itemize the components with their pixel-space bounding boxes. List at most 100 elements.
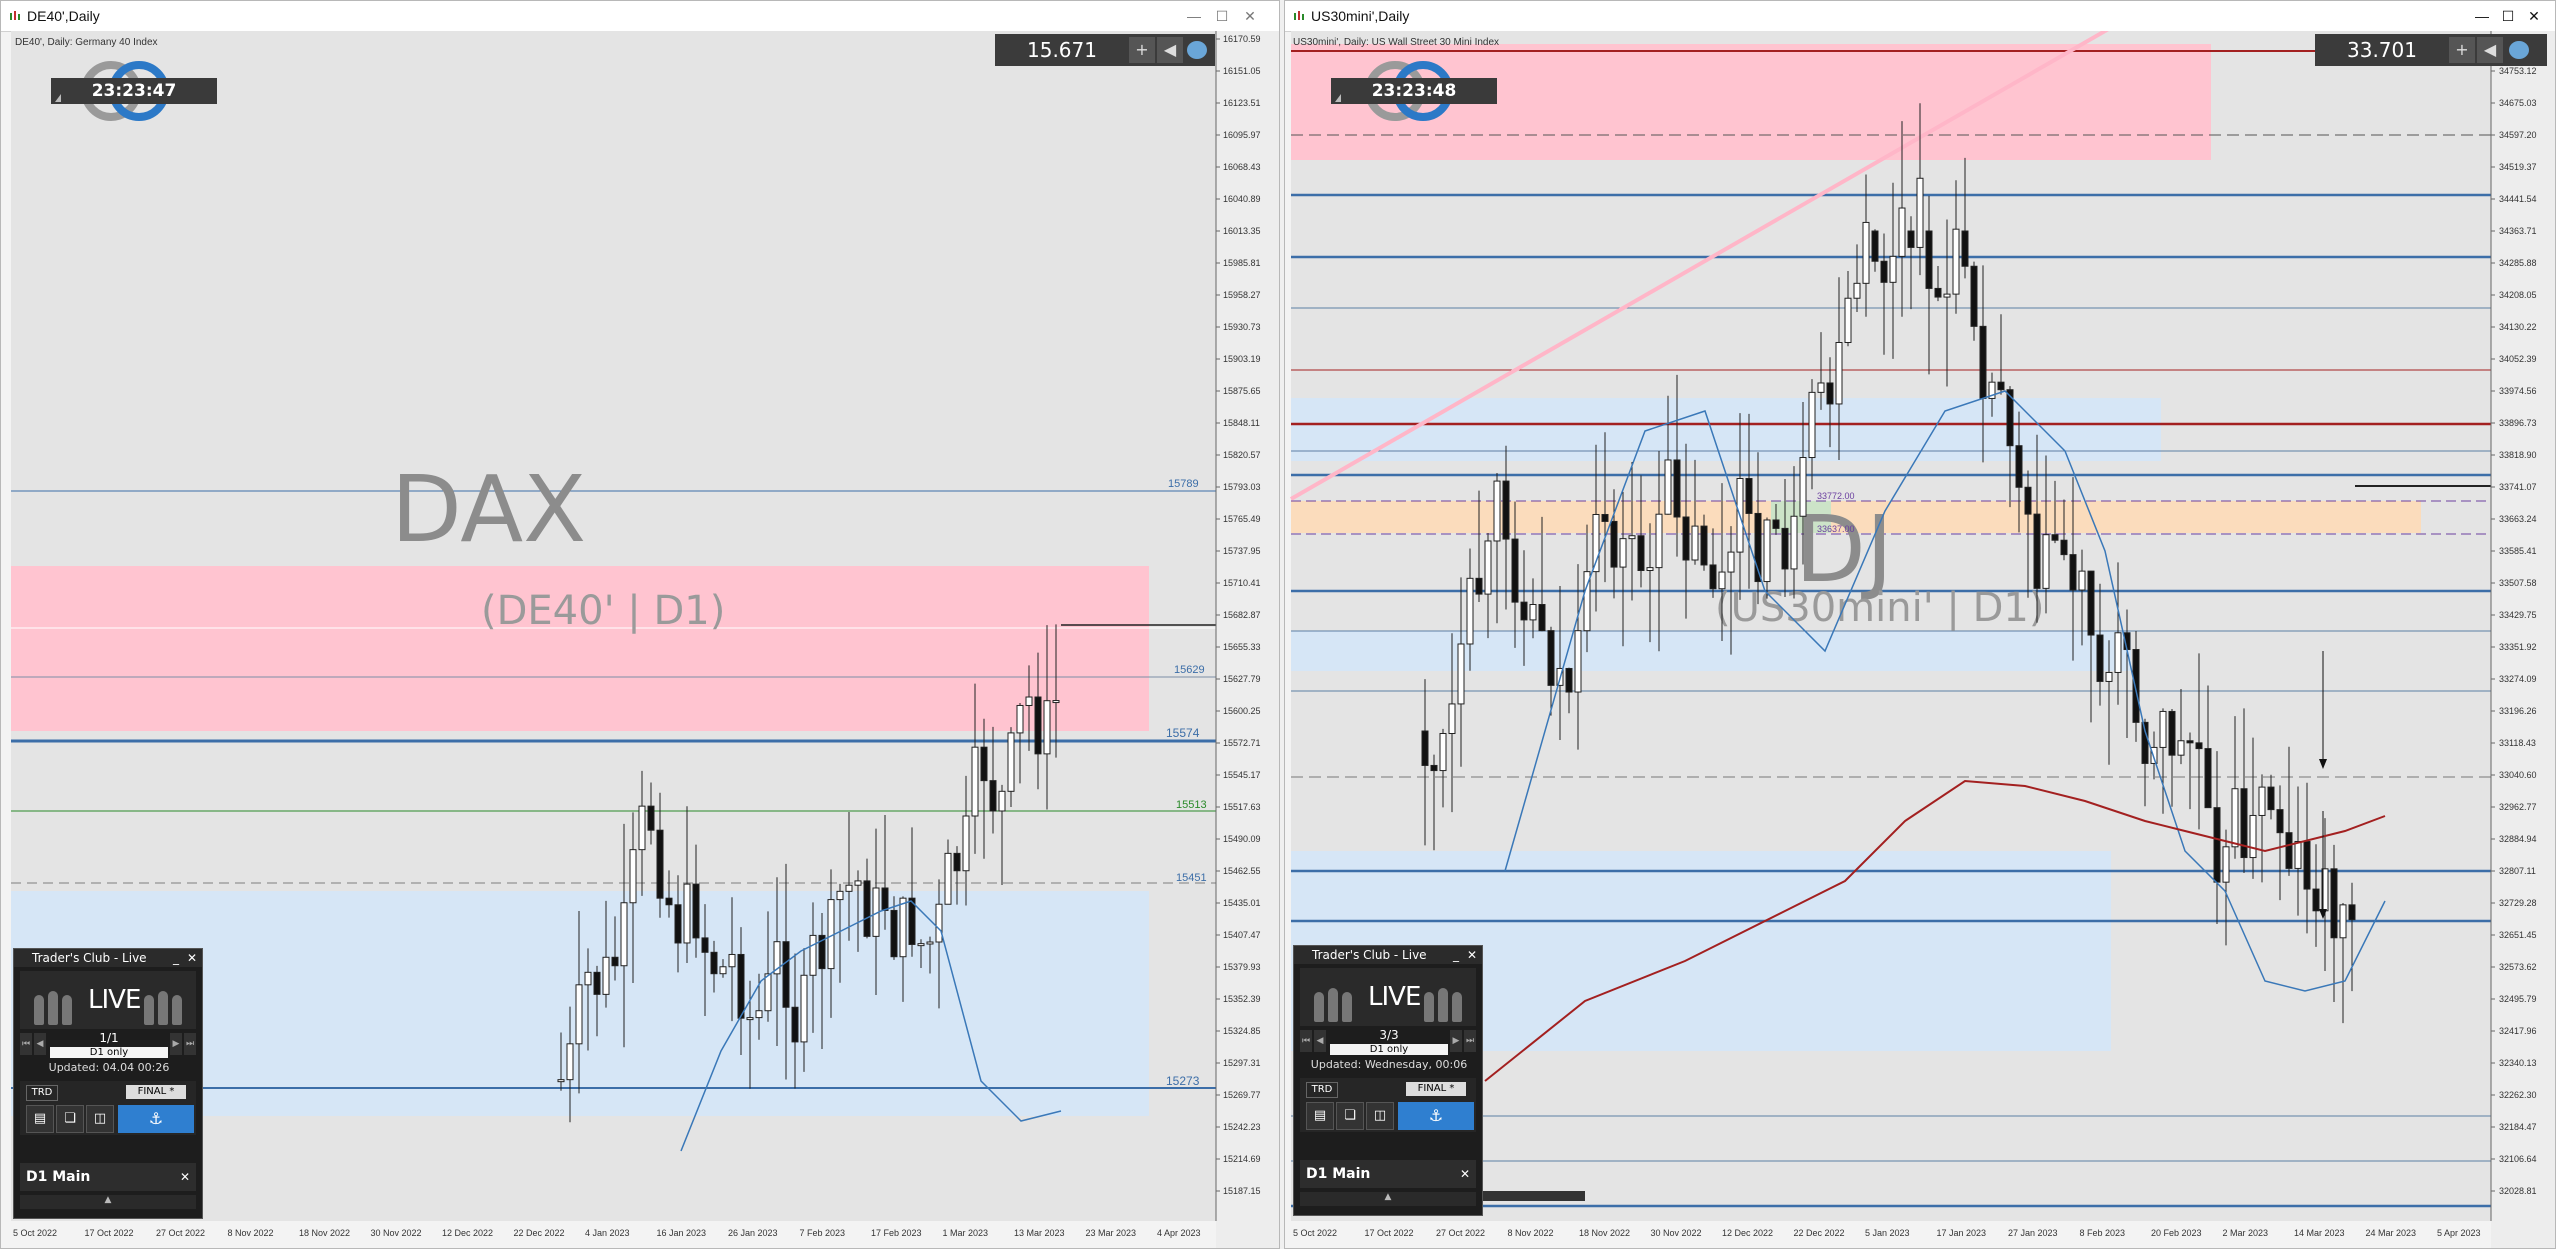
date-axis-label: 5 Oct 2022 (13, 1228, 57, 1238)
price-axis-label: 15545.17 (1223, 770, 1261, 780)
last-button[interactable]: ⏭ (184, 1033, 196, 1055)
price-axis-label: 33507.58 (2499, 578, 2537, 588)
chart-caption: US30mini', Daily: US Wall Street 30 Mini… (1293, 37, 1499, 48)
database-icon[interactable]: ◫ (86, 1105, 114, 1133)
widget-header[interactable]: Trader's Club - Live _ ✕ (1294, 946, 1482, 964)
plus-button[interactable]: + (1129, 37, 1155, 63)
candle-body (1880, 260, 1888, 283)
anchor-button[interactable]: ⚓ (1398, 1102, 1474, 1130)
date-axis-label: 17 Feb 2023 (871, 1228, 922, 1238)
price-axis-label: 33741.07 (2499, 482, 2537, 492)
anchor-button[interactable]: ⚓ (118, 1105, 194, 1133)
window-titlebar[interactable]: US30mini',Daily — ☐ ✕ (1285, 1, 2555, 32)
candle-body (719, 966, 727, 975)
final-badge[interactable]: FINAL * (1406, 1082, 1466, 1096)
price-axis-label: 15985.81 (1223, 258, 1261, 268)
price-axis-label: 32417.96 (2499, 1026, 2537, 1036)
candle-body (1781, 527, 1789, 570)
globe-icon[interactable] (1187, 41, 1207, 59)
globe-icon[interactable] (2509, 41, 2529, 59)
close-icon[interactable]: ✕ (180, 1163, 190, 1191)
collapse-handle[interactable]: ▲ (1300, 1192, 1476, 1206)
widget-header[interactable]: Trader's Club - Live _ ✕ (14, 949, 202, 967)
candle-body (1511, 538, 1519, 603)
candle-body (1475, 577, 1483, 595)
collapse-handle[interactable]: ▲ (20, 1195, 196, 1209)
date-axis-label: 23 Mar 2023 (1086, 1228, 1137, 1238)
plus-button[interactable]: + (2449, 37, 2475, 63)
chart-window-de40[interactable]: DE40',Daily — ☐ ✕ DAX (DE40' | D1) DE40'… (0, 0, 1280, 1249)
document-icon[interactable]: ▤ (1306, 1102, 1334, 1130)
minimize-button[interactable]: — (2471, 6, 2493, 26)
price-axis-label: 15352.39 (1223, 994, 1261, 1004)
candle-body (827, 899, 835, 970)
candle-body (881, 887, 889, 911)
window-title: DE40',Daily (27, 8, 100, 24)
last-button[interactable]: ⏭ (1464, 1030, 1476, 1052)
database-icon[interactable]: ◫ (1366, 1102, 1394, 1130)
close-button[interactable]: ✕ (2523, 6, 2545, 26)
date-axis-label: 8 Nov 2022 (1508, 1228, 1554, 1238)
candle-body (917, 943, 925, 947)
profile-bar[interactable]: D1 Main ✕ (1300, 1160, 1476, 1188)
candle-body (1799, 457, 1807, 517)
close-button[interactable]: ✕ (1464, 946, 1480, 964)
price-axis-label: 16013.35 (1223, 226, 1261, 236)
chart-window-us30mini[interactable]: US30mini',Daily — ☐ ✕ DJ (US30mini' | D1… (1284, 0, 2556, 1249)
price-axis-label: 34285.88 (2499, 258, 2537, 268)
candle-body (2087, 570, 2095, 636)
windows-icon[interactable]: ❏ (56, 1105, 84, 1133)
next-button[interactable]: ▶ (1450, 1030, 1462, 1052)
candle-body (1826, 382, 1834, 405)
price-axis-label: 15710.41 (1223, 578, 1261, 588)
traders-club-widget[interactable]: Trader's Club - Live _ ✕ LIVE ⏮ ◀ 3/3 D1… (1293, 945, 1483, 1216)
candle-body (800, 974, 808, 1043)
arrow-left-button[interactable]: ◀ (1157, 37, 1183, 63)
candle-body (602, 956, 610, 995)
candle-body (2024, 486, 2032, 515)
date-axis-label: 24 Mar 2023 (2366, 1228, 2417, 1238)
price-axis-label: 32884.94 (2499, 834, 2537, 844)
silhouette (1424, 992, 1434, 1022)
minimize-button[interactable]: _ (1448, 946, 1464, 964)
close-icon[interactable]: ✕ (1460, 1160, 1470, 1188)
price-axis-label: 15793.03 (1223, 482, 1261, 492)
spread-panel: 15.671 + ◀ (995, 34, 1215, 66)
windows-icon[interactable]: ❏ (1336, 1102, 1364, 1130)
level-label: 15789 (1168, 478, 1199, 490)
date-axis-label: 5 Oct 2022 (1293, 1228, 1337, 1238)
maximize-button[interactable]: ☐ (1211, 6, 1233, 26)
close-button[interactable]: ✕ (184, 949, 200, 967)
profile-bar[interactable]: D1 Main ✕ (20, 1163, 196, 1191)
trd-tab[interactable]: TRD (26, 1085, 58, 1101)
candle-body (1439, 733, 1447, 772)
price-axis-label: 34519.37 (2499, 162, 2537, 172)
price-axis-label: 15490.09 (1223, 834, 1261, 844)
minimize-button[interactable]: _ (168, 949, 184, 967)
date-axis-label: 12 Dec 2022 (1722, 1228, 1773, 1238)
candle-body (674, 904, 682, 944)
maximize-button[interactable]: ☐ (2497, 6, 2519, 26)
candle-body (1844, 297, 1852, 343)
final-badge[interactable]: FINAL * (126, 1085, 186, 1099)
candle-body (557, 1079, 565, 1083)
price-axis-label: 15517.63 (1223, 802, 1261, 812)
timeframe-filter[interactable]: D1 only (50, 1047, 168, 1058)
minimize-button[interactable]: — (1183, 6, 1205, 26)
window-titlebar[interactable]: DE40',Daily — ☐ ✕ (1, 1, 1279, 32)
traders-club-widget[interactable]: Trader's Club - Live _ ✕ LIVE ⏮ ◀ 1/1 D1… (13, 948, 203, 1219)
candle-body (2069, 554, 2077, 591)
candle-body (2114, 632, 2122, 673)
symbol-watermark-sub: (US30mini' | D1) (1715, 585, 2044, 631)
candle-body (2267, 786, 2275, 811)
silhouette (1314, 992, 1324, 1022)
price-axis-label: 34363.71 (2499, 226, 2537, 236)
candle-body (1817, 382, 1825, 393)
date-axis-label: 20 Feb 2023 (2151, 1228, 2202, 1238)
close-button[interactable]: ✕ (1239, 6, 1261, 26)
timeframe-filter[interactable]: D1 only (1330, 1044, 1448, 1055)
trd-tab[interactable]: TRD (1306, 1082, 1338, 1098)
next-button[interactable]: ▶ (170, 1033, 182, 1055)
document-icon[interactable]: ▤ (26, 1105, 54, 1133)
arrow-left-button[interactable]: ◀ (2477, 37, 2503, 63)
